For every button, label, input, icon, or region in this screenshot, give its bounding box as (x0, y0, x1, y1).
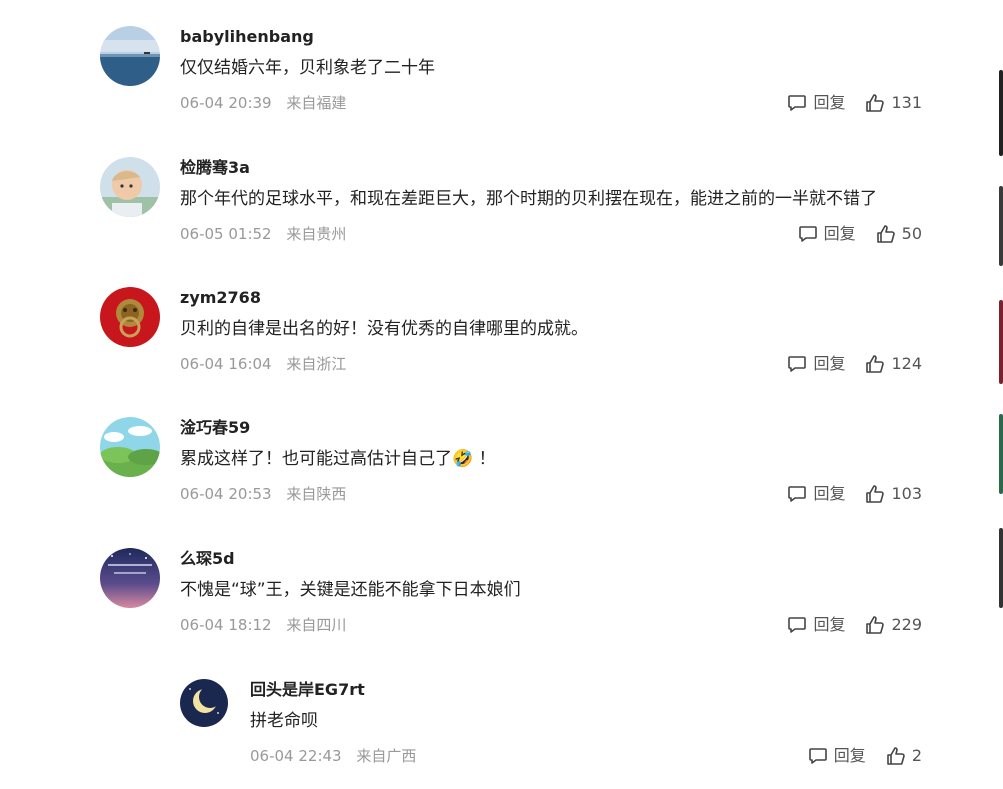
comment-body: 检腾骞3a 那个年代的足球水平，和现在差距巨大，那个时期的贝利摆在现在，能进之前… (180, 157, 922, 245)
reply-label: 回复 (813, 615, 846, 634)
reply-label: 回复 (813, 354, 846, 373)
username[interactable]: zym2768 (180, 287, 922, 309)
comment-text: 累成这样了！也可能过高估计自己了🤣 ！ (180, 447, 922, 471)
sidebar-thumbnail[interactable] (999, 300, 1003, 384)
comment-body: babylihenbang 仅仅结婚六年，贝利象老了二十年 06-04 20:3… (180, 26, 922, 114)
comment-meta: 06-04 20:53 来自陕西 回复 103 (180, 483, 922, 505)
comment-bubble-icon (808, 748, 827, 764)
comment-actions: 回复 124 (787, 353, 922, 375)
reply-body: 回头是岸EG7rt 拼老命呗 06-04 22:43 来自广西 回复 2 (250, 679, 922, 767)
comment-actions: 回复 50 (798, 223, 922, 245)
comment-meta: 06-04 20:39 来自福建 回复 131 (180, 92, 922, 114)
reply-label: 回复 (823, 224, 856, 243)
comment-meta: 06-04 18:12 来自四川 回复 229 (180, 614, 922, 636)
reply-text: 拼老命呗 (250, 711, 318, 731)
like-button[interactable]: 103 (865, 483, 922, 505)
username[interactable]: 检腾骞3a (180, 157, 922, 179)
thumbs-up-icon (887, 747, 905, 765)
sidebar-thumbnail[interactable] (999, 186, 1003, 266)
comment-text-tail: ！ (473, 449, 496, 469)
like-button[interactable]: 50 (876, 223, 922, 245)
thumbs-up-icon (866, 94, 885, 112)
location: 来自浙江 (286, 355, 347, 373)
comment-actions: 回复 229 (787, 614, 922, 636)
comment-actions: 回复 103 (787, 483, 922, 505)
location: 来自广西 (356, 747, 417, 765)
comment-body: zym2768 贝利的自律是出名的好！没有优秀的自律哪里的成就。 06-04 1… (180, 287, 922, 375)
like-count: 124 (891, 354, 922, 373)
reply-button[interactable]: 回复 (808, 745, 866, 767)
reply-actions: 回复 2 (808, 745, 922, 767)
username[interactable]: 淦巧春59 (180, 417, 922, 439)
sidebar-thumbnail[interactable] (999, 528, 1003, 608)
location: 来自陕西 (286, 485, 347, 503)
thumbs-up-icon (866, 616, 885, 634)
reply-button[interactable]: 回复 (787, 614, 845, 636)
comment-text: 那个年代的足球水平，和现在差距巨大，那个时期的贝利摆在现在，能进之前的一半就不错… (180, 189, 877, 209)
comment-text: 贝利的自律是出名的好！没有优秀的自律哪里的成就。 (180, 319, 588, 339)
like-count: 131 (891, 93, 922, 112)
like-count: 229 (891, 615, 922, 634)
thumbs-up-icon (866, 485, 885, 503)
comment-meta: 06-05 01:52 来自贵州 回复 50 (180, 223, 922, 245)
comment-bubble-icon (788, 486, 807, 502)
thumbs-up-icon (866, 355, 885, 373)
like-count: 50 (901, 224, 922, 243)
timestamp: 06-04 18:12 (180, 616, 272, 634)
reply-button[interactable]: 回复 (798, 223, 856, 245)
avatar[interactable] (100, 157, 160, 217)
comment-text: 仅仅结婚六年，贝利象老了二十年 (180, 58, 435, 78)
reply-button[interactable]: 回复 (787, 483, 845, 505)
avatar[interactable] (100, 287, 160, 347)
timestamp: 06-04 20:53 (180, 485, 272, 503)
username[interactable]: 回头是岸EG7rt (250, 679, 922, 701)
timestamp: 06-04 22:43 (250, 747, 342, 765)
comment-meta: 06-04 16:04 来自浙江 回复 124 (180, 353, 922, 375)
thumbs-up-icon (876, 225, 895, 243)
reply-meta: 06-04 22:43 来自广西 回复 2 (250, 745, 922, 767)
like-button[interactable]: 131 (865, 92, 922, 114)
avatar[interactable] (100, 548, 160, 608)
like-count: 103 (891, 484, 922, 503)
sidebar-edge (997, 0, 1003, 789)
reply-label: 回复 (813, 93, 846, 112)
comment-text-main: 累成这样了！也可能过高估计自己了 (180, 449, 452, 469)
timestamp: 06-04 20:39 (180, 94, 272, 112)
reply-button[interactable]: 回复 (787, 353, 845, 375)
timestamp: 06-05 01:52 (180, 225, 272, 243)
timestamp: 06-04 16:04 (180, 355, 272, 373)
username[interactable]: 么琛5d (180, 548, 922, 570)
comment-bubble-icon (788, 356, 807, 372)
reply-button[interactable]: 回复 (787, 92, 845, 114)
location: 来自福建 (286, 94, 347, 112)
sidebar-thumbnail[interactable] (999, 414, 1003, 494)
location: 来自贵州 (286, 225, 347, 243)
reply-label: 回复 (813, 484, 846, 503)
comment-bubble-icon (798, 226, 817, 242)
comment-bubble-icon (788, 95, 807, 111)
like-button[interactable]: 2 (886, 745, 922, 767)
reply-label: 回复 (833, 746, 866, 765)
like-count: 2 (911, 746, 922, 765)
comment-bubble-icon (788, 617, 807, 633)
comment-actions: 回复 131 (787, 92, 922, 114)
laughing-emoji: 🤣 (452, 449, 474, 469)
comment-text: 不愧是“球”王，关键是还能不能拿下日本娘们 (180, 580, 521, 600)
avatar[interactable] (180, 679, 228, 727)
comment-body: 么琛5d 不愧是“球”王，关键是还能不能拿下日本娘们 06-04 18:12 来… (180, 548, 922, 636)
sidebar-thumbnail[interactable] (999, 70, 1003, 156)
like-button[interactable]: 229 (865, 614, 922, 636)
comment-body: 淦巧春59 累成这样了！也可能过高估计自己了🤣 ！ 06-04 20:53 来自… (180, 417, 922, 505)
like-button[interactable]: 124 (865, 353, 922, 375)
username[interactable]: babylihenbang (180, 26, 922, 48)
avatar[interactable] (100, 26, 160, 86)
avatar[interactable] (100, 417, 160, 477)
location: 来自四川 (286, 616, 347, 634)
